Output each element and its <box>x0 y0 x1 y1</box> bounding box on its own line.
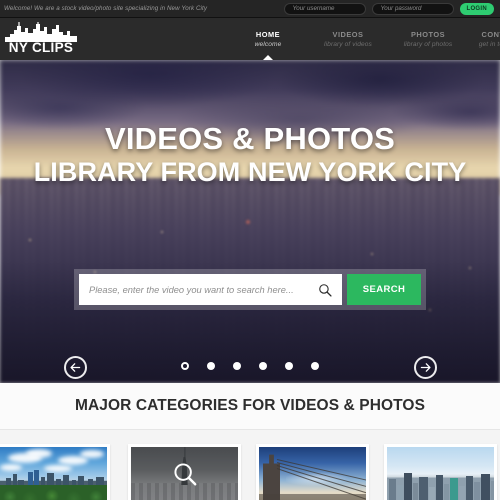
carousel-dot-4[interactable] <box>259 362 267 370</box>
category-thumbnail-2[interactable] <box>128 444 241 500</box>
categories-section-header: MAJOR CATEGORIES FOR VIDEOS & PHOTOS <box>0 383 500 430</box>
magnifier-icon <box>319 283 332 297</box>
nav-item-contact-us-subtitle: get in touch with us <box>478 41 500 48</box>
username-placeholder-text: Your username <box>292 5 335 12</box>
hero-search-bar: SEARCH <box>74 269 426 310</box>
nav-item-videos-subtitle: library of videos <box>324 41 372 48</box>
welcome-message: Welcome! We are a stock video/photo site… <box>4 5 208 12</box>
nav-item-photos-subtitle: library of photos <box>403 41 453 48</box>
category-thumbnail-3[interactable] <box>256 444 369 500</box>
nav-items: HOME welcome VIDEOS library of videos PH… <box>228 18 500 61</box>
carousel-dot-2[interactable] <box>207 362 215 370</box>
hero-content: VIDEOS & PHOTOS LIBRARY FROM NEW YORK CI… <box>0 60 500 383</box>
hero-carousel: VIDEOS & PHOTOS LIBRARY FROM NEW YORK CI… <box>0 60 500 383</box>
category-thumbnail-4[interactable] <box>384 444 497 500</box>
bridge-tower <box>263 454 280 500</box>
magnifier-zoom-icon <box>173 463 196 486</box>
thumbnail-hover-overlay[interactable] <box>131 447 238 500</box>
manhattan-skyline-from-park-image <box>0 447 107 500</box>
hero-headline: VIDEOS & PHOTOS <box>104 121 396 156</box>
category-thumbnail-3-image <box>259 447 366 500</box>
city-skyline-icon <box>5 22 77 42</box>
category-thumbnail-1[interactable] <box>0 444 110 500</box>
nav-item-videos[interactable]: VIDEOS library of videos <box>308 18 388 60</box>
login-button[interactable]: LOGIN <box>459 2 494 15</box>
category-thumbnail-1-image <box>0 447 107 500</box>
carousel-dot-1[interactable] <box>181 362 189 370</box>
search-input-wrapper[interactable] <box>79 274 342 305</box>
nav-item-contact-us-title: CONTACT US <box>481 30 500 39</box>
nav-item-home-subtitle: welcome <box>254 41 282 48</box>
password-placeholder-text: Your password <box>380 5 422 12</box>
carousel-dot-6[interactable] <box>311 362 319 370</box>
login-group: Your username Your password LOGIN <box>283 2 494 15</box>
top-utility-bar: Welcome! We are a stock video/photo site… <box>0 0 500 18</box>
category-thumbnail-strip <box>0 430 500 500</box>
hero-subheadline: LIBRARY FROM NEW YORK CITY <box>33 157 467 187</box>
brand-name: NY CLIPS <box>8 40 74 55</box>
category-thumbnail-2-image <box>131 447 238 500</box>
brooklyn-bridge-image <box>259 447 366 500</box>
nav-item-contact-us[interactable]: CONTACT US get in touch with us <box>468 18 500 60</box>
categories-title: MAJOR CATEGORIES FOR VIDEOS & PHOTOS <box>74 397 426 414</box>
password-field[interactable]: Your password <box>371 2 454 15</box>
category-thumbnail-4-image <box>387 447 494 500</box>
brand-logo[interactable]: NY CLIPS <box>0 22 96 55</box>
search-input[interactable] <box>89 284 318 295</box>
downtown-manhattan-skyline-image <box>387 447 494 500</box>
nav-item-photos-title: PHOTOS <box>410 30 446 39</box>
carousel-dots <box>0 362 500 370</box>
username-field[interactable]: Your username <box>283 2 366 15</box>
carousel-dot-5[interactable] <box>285 362 293 370</box>
nav-item-videos-title: VIDEOS <box>332 30 364 39</box>
nav-item-home[interactable]: HOME welcome <box>228 18 308 61</box>
search-button[interactable]: SEARCH <box>347 274 421 305</box>
page-root: Welcome! We are a stock video/photo site… <box>0 0 500 500</box>
nav-item-photos[interactable]: PHOTOS library of photos <box>388 18 468 60</box>
main-navigation-bar: NY CLIPS HOME welcome VIDEOS library of … <box>0 18 500 61</box>
carousel-dot-3[interactable] <box>233 362 241 370</box>
nav-item-home-title: HOME <box>255 30 281 39</box>
